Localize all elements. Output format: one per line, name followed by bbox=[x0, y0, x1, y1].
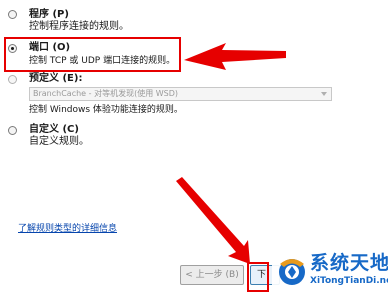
rule-type-dialog: 程序 (P) 控制程序连接的规则。 端口 (O) 控制 TCP 或 UDP 端口… bbox=[0, 0, 388, 293]
predefined-option-label[interactable]: 预定义 (E): bbox=[29, 73, 82, 85]
predefined-rule-dropdown[interactable]: BranchCache - 对等机发现(使用 WSD) bbox=[29, 87, 332, 101]
program-radio[interactable] bbox=[8, 10, 17, 19]
rule-types-help-link[interactable]: 了解规则类型的详细信息 bbox=[18, 221, 117, 234]
logo-url: XiTongTianDi.net bbox=[310, 276, 388, 286]
program-option-label[interactable]: 程序 (P) bbox=[29, 9, 69, 21]
watermark-logo: 系统天地 XiTongTianDi.net bbox=[272, 248, 388, 293]
program-option-description: 控制程序连接的规则。 bbox=[29, 21, 129, 32]
custom-radio[interactable] bbox=[8, 126, 17, 135]
arrow-to-port-option-icon bbox=[184, 43, 286, 70]
next-button-highlight bbox=[247, 262, 269, 292]
predefined-rule-dropdown-value: BranchCache - 对等机发现(使用 WSD) bbox=[33, 89, 179, 98]
custom-option-label[interactable]: 自定义 (C) bbox=[29, 124, 79, 136]
custom-option-description: 自定义规则。 bbox=[29, 136, 89, 147]
predefined-radio[interactable] bbox=[8, 75, 17, 84]
logo-emblem-icon bbox=[279, 259, 305, 285]
arrow-to-next-button-icon bbox=[176, 177, 250, 264]
predefined-option-description: 控制 Windows 体验功能连接的规则。 bbox=[29, 105, 183, 115]
logo-title: 系统天地 bbox=[310, 252, 388, 274]
back-button[interactable]: < 上一步 (B) bbox=[180, 265, 244, 285]
chevron-down-icon bbox=[321, 92, 327, 96]
port-option-highlight bbox=[4, 37, 181, 72]
